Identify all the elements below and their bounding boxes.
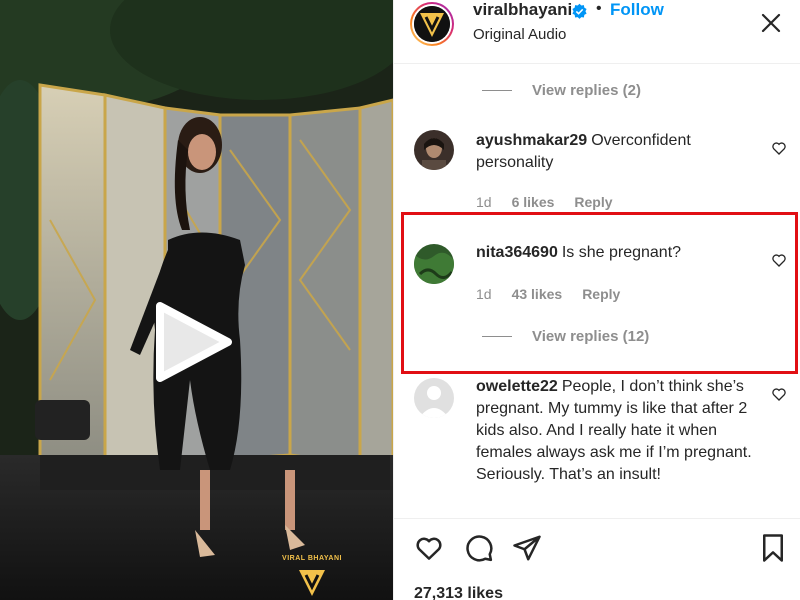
video-player[interactable]: VIRAL BHAYANI — [0, 0, 393, 600]
view-replies-label: View replies (12) — [532, 328, 650, 345]
viral-bhayani-logo-icon — [299, 570, 325, 596]
comment-text-block: owelette22 People, I don’t think she’s pr… — [476, 376, 756, 486]
replies-divider — [482, 90, 512, 91]
heart-icon[interactable] — [414, 533, 444, 563]
heart-icon[interactable] — [771, 140, 787, 156]
comment-item: owelette22 People, I don’t think she’s pr… — [394, 376, 800, 516]
comments-list[interactable]: View replies (2) ayushmakar29 Overconfide… — [394, 64, 800, 518]
comment-likes[interactable]: 6 likes — [512, 194, 555, 210]
brand-logo-icon — [414, 6, 450, 42]
comment-text: Is she pregnant? — [561, 244, 682, 261]
heart-icon[interactable] — [771, 386, 787, 402]
comment-meta: 1d 43 likes Reply — [476, 286, 620, 302]
comment-item: ayushmakar29 Overconfident personality 1d… — [394, 124, 800, 214]
comment-time: 1d — [476, 286, 492, 302]
bookmark-icon[interactable] — [758, 533, 788, 563]
comment-username[interactable]: nita364690 — [476, 244, 558, 261]
user-photo — [414, 244, 454, 284]
verified-badge-icon — [572, 3, 587, 19]
heart-icon[interactable] — [771, 252, 787, 268]
comment-username[interactable]: ayushmakar29 — [476, 132, 587, 149]
more-options-icon[interactable] — [760, 12, 782, 34]
comment-text-block: ayushmakar29 Overconfident personality — [476, 130, 748, 174]
comment-username[interactable]: owelette22 — [476, 378, 558, 395]
post-actions: 27,313 likes — [394, 518, 800, 600]
reply-button[interactable]: Reply — [582, 286, 620, 302]
post-likes-count[interactable]: 27,313 likes — [414, 585, 503, 600]
default-avatar-icon — [414, 378, 454, 418]
comment-meta: 1d 6 likes Reply — [476, 194, 613, 210]
post-panel: viralbhayani • Follow Original Audio Vie… — [393, 0, 800, 600]
user-photo — [414, 130, 454, 170]
avatar[interactable] — [414, 244, 454, 284]
follow-button[interactable]: Follow — [610, 0, 664, 20]
reply-button[interactable]: Reply — [574, 194, 612, 210]
avatar[interactable] — [414, 130, 454, 170]
view-replies-button[interactable]: View replies (12) — [482, 328, 649, 345]
comment-text-block: nita364690 Is she pregnant? — [476, 242, 748, 264]
replies-divider — [482, 336, 512, 337]
avatar[interactable] — [414, 378, 454, 418]
author-username[interactable]: viralbhayani — [473, 0, 572, 20]
author-avatar[interactable] — [410, 2, 454, 46]
view-replies-button[interactable]: View replies (2) — [482, 82, 641, 99]
comment-likes[interactable]: 43 likes — [512, 286, 563, 302]
audio-link[interactable]: Original Audio — [473, 26, 566, 43]
watermark-text: VIRAL BHAYANI — [282, 555, 342, 562]
video-watermark: VIRAL BHAYANI — [277, 555, 347, 600]
separator-dot: • — [596, 0, 602, 17]
comment-time: 1d — [476, 194, 492, 210]
comment-icon[interactable] — [464, 533, 494, 563]
comment-item: nita364690 Is she pregnant? 1d 43 likes R… — [394, 236, 800, 346]
post-header: viralbhayani • Follow Original Audio — [394, 0, 800, 64]
view-replies-label: View replies (2) — [532, 82, 641, 99]
share-icon[interactable] — [512, 533, 542, 563]
play-icon[interactable] — [150, 300, 234, 384]
